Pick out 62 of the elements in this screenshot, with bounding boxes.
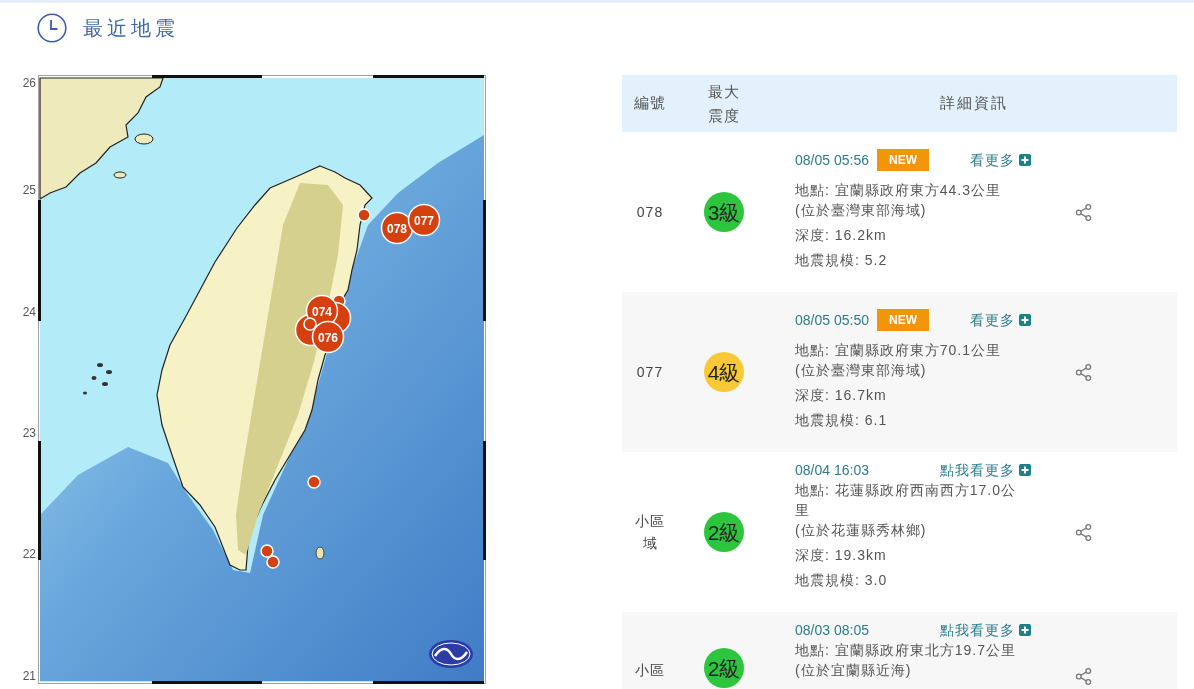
axis-label: 26 [22,76,36,90]
event-time: 08/03 08:05 [795,621,869,640]
intensity-badge: 3級 [704,192,744,232]
new-tag: NEW [876,309,929,331]
depth-text: 深度: 16.2km [795,226,888,245]
more-link[interactable]: 點我看更多 [940,460,1031,480]
plus-icon [1019,154,1031,166]
earthquake-marker: 076 [311,320,345,354]
islet [134,133,154,145]
plus-icon [1019,624,1031,636]
depth-text: 深度: 19.3km [795,546,888,565]
area-text: (位於花蓮縣秀林鄉) [795,521,928,540]
plus-icon [1019,314,1031,326]
event-number: 小區域 [634,512,666,553]
area-text: (位於臺灣東部海域) [795,201,928,220]
event-time: 08/05 05:50 [795,311,869,330]
wave-logo-icon [429,640,473,668]
area-text: (位於宜蘭縣近海) [795,661,913,680]
earthquake-marker: 077 [407,203,441,237]
plus-icon [1019,464,1031,476]
earthquake-marker [266,555,280,569]
earthquake-marker [260,544,274,558]
more-link[interactable]: 看更多 [970,150,1031,170]
clock-icon [37,13,67,43]
earthquake-marker [357,208,371,222]
share-icon[interactable] [1074,522,1093,542]
event-number: 078 [636,203,664,222]
column-header: 詳細資訊 [939,93,1008,114]
location-text: 地點: 宜蘭縣政府東方44.3公里 [795,181,1003,200]
islet [315,546,325,560]
magnitude-text: 地震規模: 5.2 [795,251,889,270]
axis-label: 24 [22,305,36,319]
event-time: 08/05 05:56 [795,151,869,170]
islet [83,391,87,395]
new-tag: NEW [876,149,929,171]
magnitude-text: 地震規模: 3.0 [795,571,889,590]
islet [113,171,127,179]
axis-label: 21 [22,669,36,683]
intensity-badge: 2級 [704,648,744,688]
intensity-badge: 2級 [704,512,744,552]
event-number: 077 [636,363,664,382]
axis-label: 22 [22,547,36,561]
depth-text: 深度: 16.7km [795,386,888,405]
earthquake-marker [307,475,321,489]
magnitude-text: 地震規模: 6.1 [795,411,889,430]
more-link[interactable]: 看更多 [970,310,1031,330]
location-text: 地點: 宜蘭縣政府東方70.1公里 [795,341,1003,360]
column-header: 最大震度 [707,81,741,126]
column-header: 編號 [634,93,666,114]
axis-label: 23 [22,426,36,440]
share-icon[interactable] [1074,667,1093,686]
axis-label: 25 [22,183,36,197]
event-time: 08/04 16:03 [795,461,869,480]
more-link[interactable]: 點我看更多 [940,620,1031,640]
share-icon[interactable] [1074,362,1093,382]
share-icon[interactable] [1074,202,1093,222]
location-text: 地點: 宜蘭縣政府東北方19.7公里 [795,641,1018,660]
location-text: 地點: 花蓮縣政府西南西方17.0公里 [795,481,1018,520]
section-title: 最近地震 [83,16,179,41]
event-number: 小區 [635,661,665,680]
area-text: (位於臺灣東部海域) [795,361,928,380]
intensity-badge: 4級 [704,352,744,392]
